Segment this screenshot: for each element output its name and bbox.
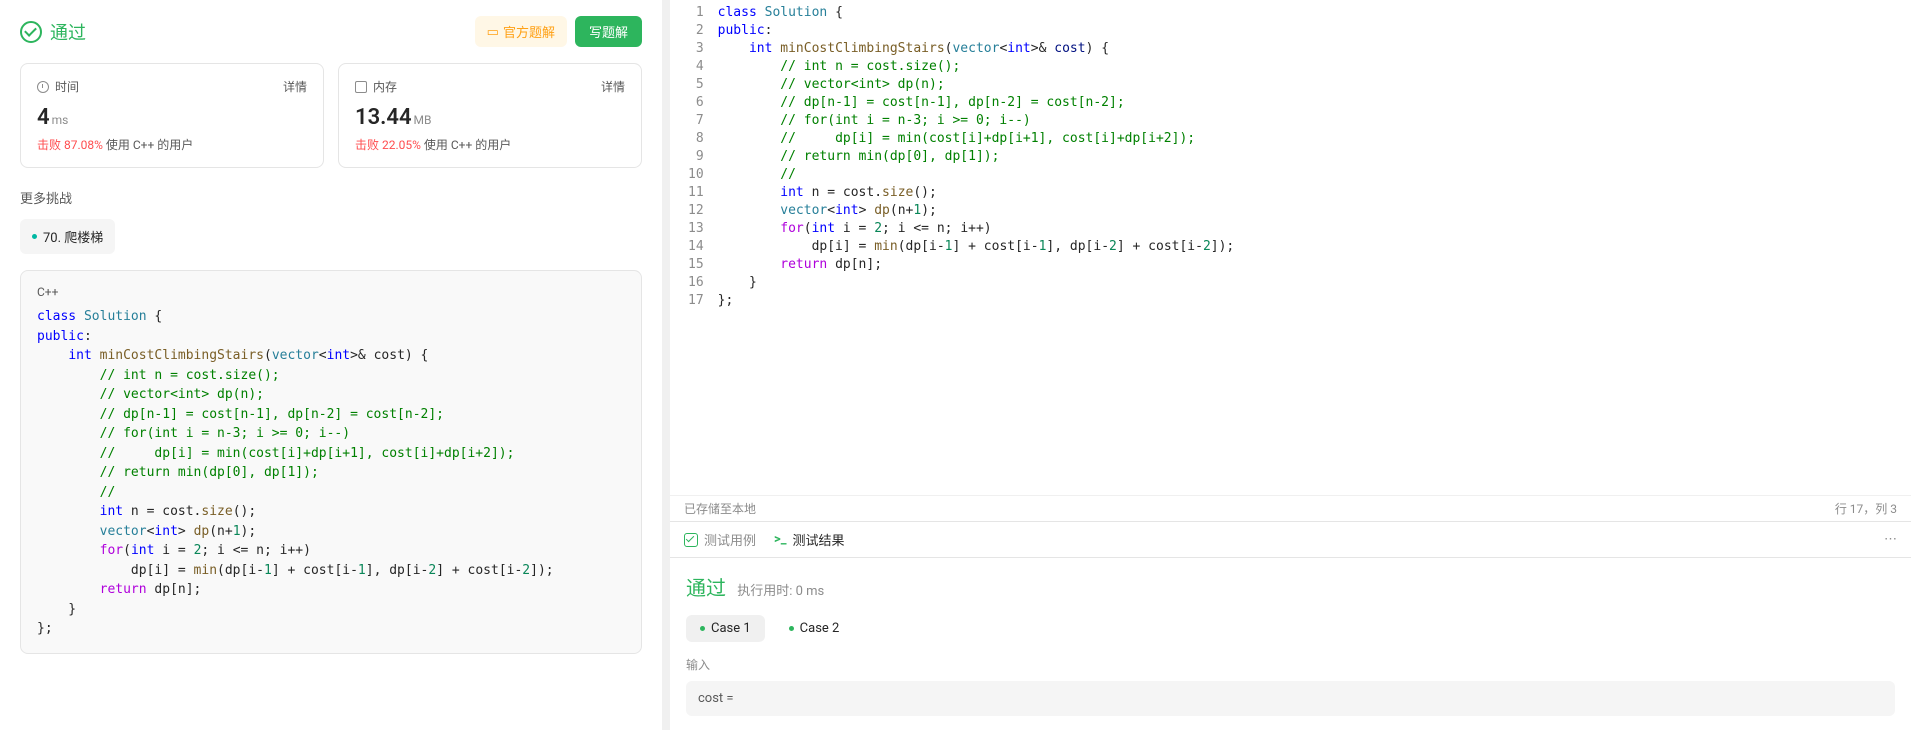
- memory-value: 13.44: [355, 105, 412, 130]
- time-value: 4: [37, 105, 50, 130]
- check-square-icon: [684, 533, 698, 547]
- difficulty-dot-icon: [32, 234, 37, 239]
- input-section-label: 输入: [686, 656, 1895, 673]
- test-tab-bar: 测试用例 >_ 测试结果 ⋯: [670, 521, 1911, 558]
- time-detail-link[interactable]: 详情: [283, 78, 307, 95]
- write-solution-button[interactable]: 写题解: [575, 16, 642, 47]
- submitted-code-box: C++ class Solution { public: int minCost…: [20, 270, 642, 654]
- more-challenges-title: 更多挑战: [20, 188, 642, 207]
- tab-test-cases[interactable]: 测试用例: [684, 530, 756, 549]
- case-tab-1[interactable]: Case 1: [686, 615, 765, 642]
- challenge-chip[interactable]: 70. 爬楼梯: [20, 219, 115, 254]
- time-beats-pct: 87.08%: [64, 138, 103, 152]
- memory-icon: [355, 81, 367, 93]
- result-panel: 通过 ▭ 官方题解 写题解 时间 详情 4ms 击败 87.08% 使用 C++…: [0, 0, 670, 730]
- pass-text: 通过: [50, 19, 86, 45]
- code-editor[interactable]: 1234567891011121314151617 class Solution…: [670, 0, 1911, 495]
- memory-beats-pct: 22.05%: [382, 138, 421, 152]
- lang-label: C++: [37, 285, 625, 299]
- official-solution-button[interactable]: ▭ 官方题解: [475, 16, 567, 47]
- editor-panel: 1234567891011121314151617 class Solution…: [670, 0, 1911, 730]
- more-options-button[interactable]: ⋯: [1884, 532, 1897, 547]
- book-icon: ▭: [487, 24, 499, 40]
- status-dot-icon: [700, 626, 705, 631]
- time-stat-card: 时间 详情 4ms 击败 87.08% 使用 C++ 的用户: [20, 63, 324, 168]
- tab-test-results[interactable]: >_ 测试结果: [774, 530, 845, 549]
- clock-icon: [37, 81, 49, 93]
- terminal-icon: >_: [774, 532, 787, 547]
- test-runtime: 执行用时: 0 ms: [737, 584, 824, 599]
- code-preview: class Solution { public: int minCostClim…: [37, 307, 625, 639]
- cursor-position: 行 17，列 3: [1835, 500, 1897, 517]
- check-circle-icon: [20, 21, 42, 43]
- memory-stat-card: 内存 详情 13.44MB 击败 22.05% 使用 C++ 的用户: [338, 63, 642, 168]
- test-result-body: 通过 执行用时: 0 ms Case 1 Case 2 输入 cost =: [670, 558, 1911, 730]
- saved-status: 已存储至本地: [684, 500, 756, 517]
- test-pass-text: 通过: [686, 576, 726, 600]
- input-value-box: cost =: [686, 681, 1895, 716]
- status-dot-icon: [789, 626, 794, 631]
- memory-detail-link[interactable]: 详情: [601, 78, 625, 95]
- result-status: 通过: [20, 19, 86, 45]
- editor-content[interactable]: class Solution { public: int minCostClim…: [718, 0, 1911, 495]
- case-tab-2[interactable]: Case 2: [775, 615, 854, 642]
- line-gutter: 1234567891011121314151617: [670, 0, 718, 495]
